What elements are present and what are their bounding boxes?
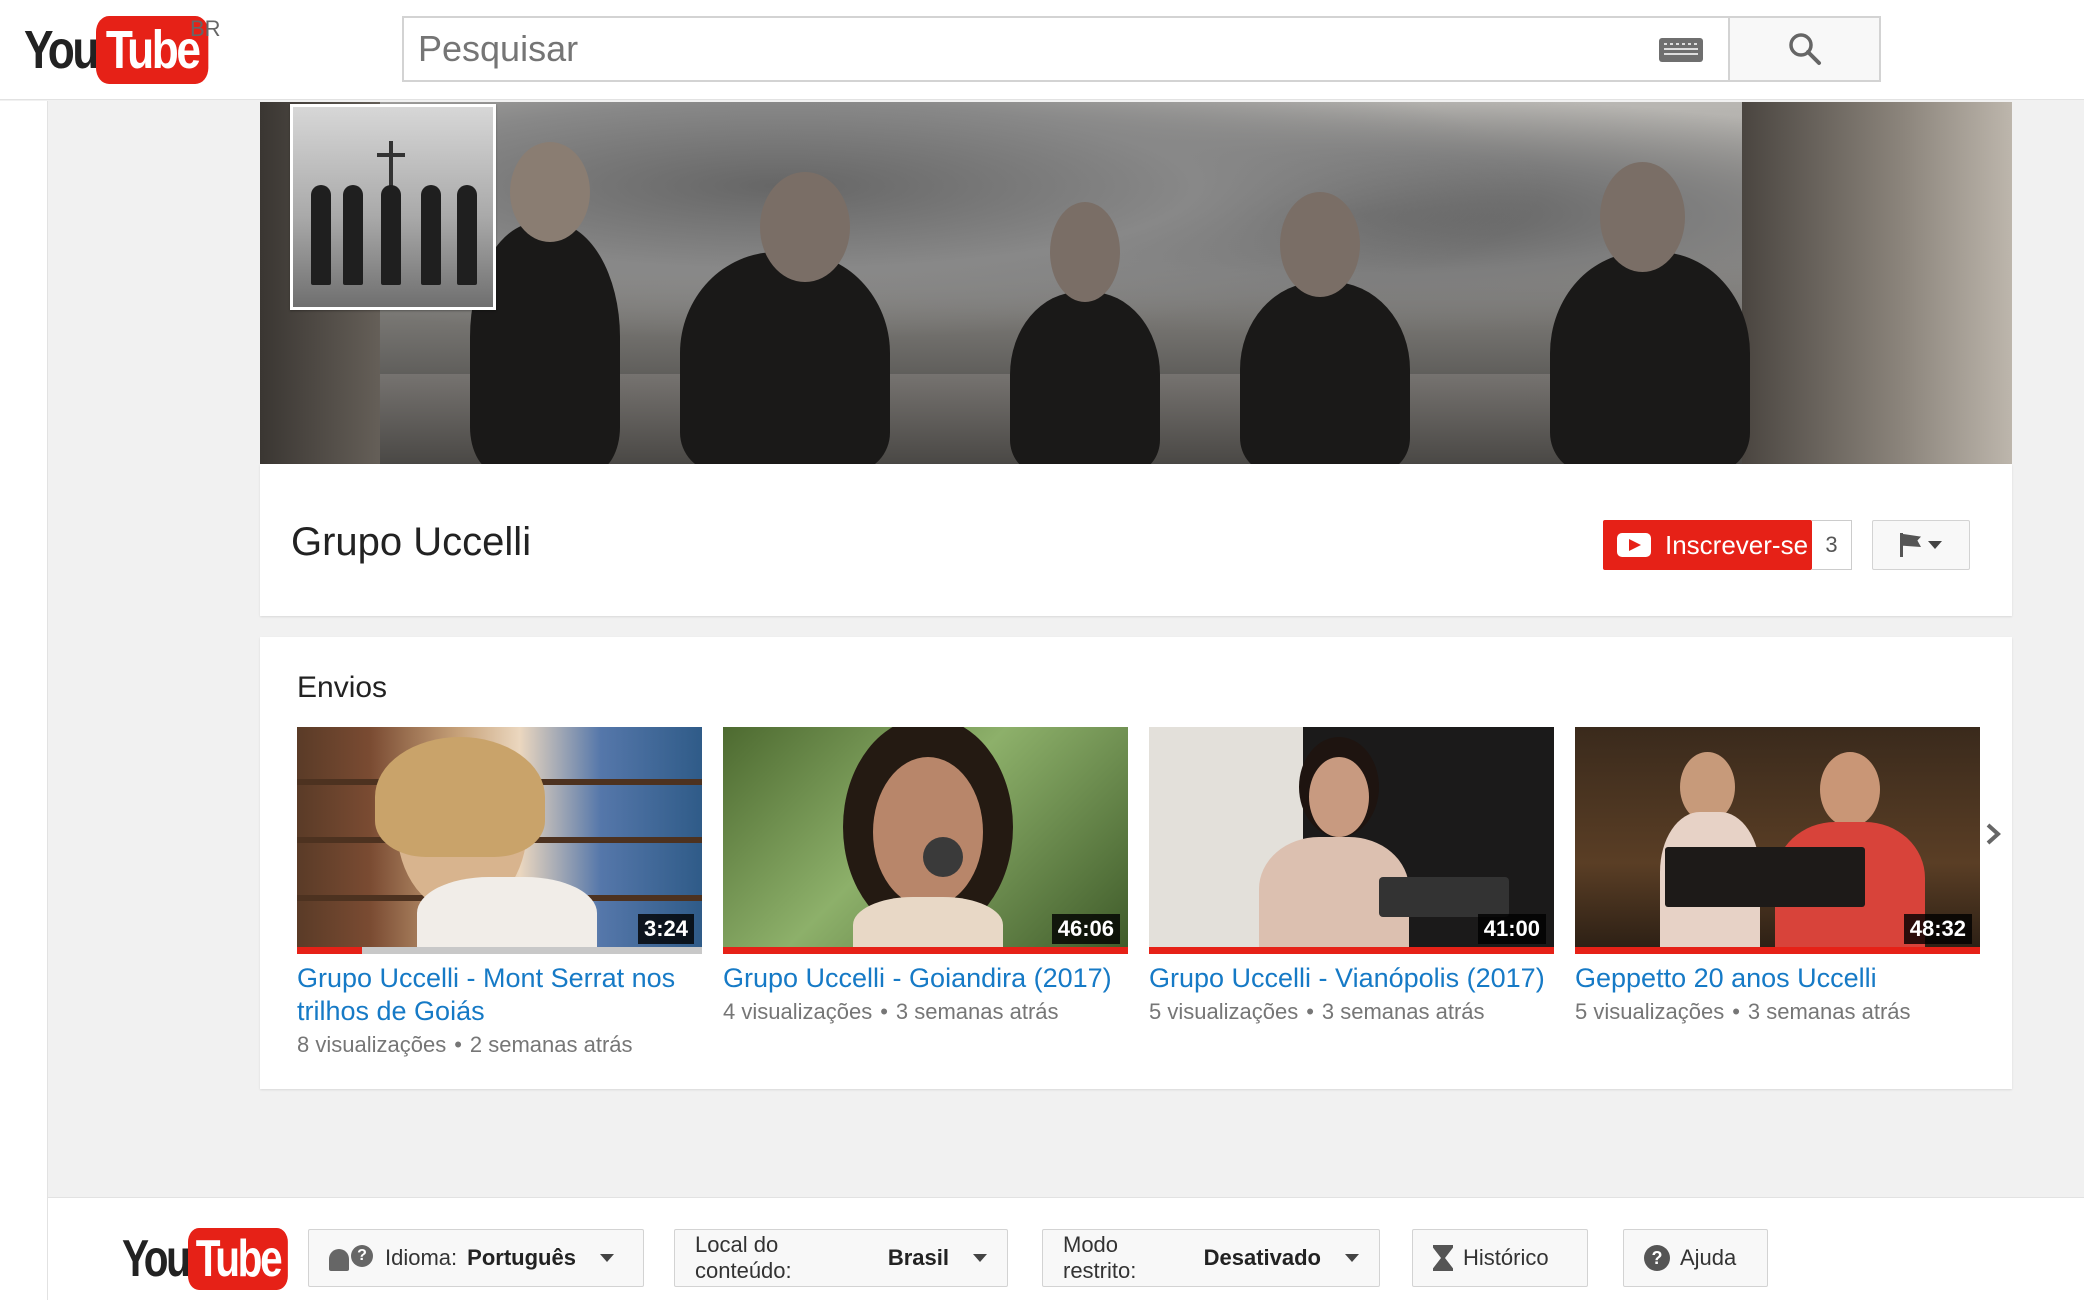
help-button[interactable]: ? Ajuda [1623, 1229, 1768, 1287]
channel-avatar[interactable] [290, 104, 496, 310]
watch-progress-bar [723, 947, 1128, 954]
video-duration: 46:06 [1051, 914, 1120, 944]
region-label: BR [190, 16, 221, 41]
report-flag-button[interactable] [1872, 520, 1970, 570]
chevron-down-icon [1928, 541, 1942, 549]
video-thumbnail[interactable]: 48:32 [1575, 727, 1980, 954]
video-duration: 41:00 [1477, 914, 1546, 944]
search-box [402, 16, 1729, 82]
video-thumbnail[interactable]: 3:24 [297, 727, 702, 954]
logo-you-text: You [24, 20, 99, 80]
restricted-label: Modo restrito: [1063, 1232, 1137, 1283]
chevron-down-icon [973, 1254, 987, 1262]
language-value: Português [467, 1245, 576, 1270]
upload-age: 3 semanas atrás [895, 999, 1059, 1024]
meta-separator: • [1306, 999, 1314, 1024]
history-button[interactable]: Histórico [1412, 1229, 1588, 1287]
search-icon [1789, 33, 1821, 65]
view-count: 5 visualizações [1149, 999, 1299, 1024]
youtube-logo[interactable]: You Tube BR [24, 16, 233, 84]
watch-progress-bar [1575, 947, 1980, 954]
footer-logo-tube-text: Tube [188, 1228, 289, 1290]
meta-separator: • [454, 1032, 462, 1057]
subscribe-label: Inscrever-se [1665, 529, 1809, 560]
video-title-link[interactable]: Grupo Uccelli - Goiandira (2017) [723, 962, 1128, 995]
help-icon: ? [1644, 1245, 1670, 1271]
chevron-down-icon [599, 1254, 614, 1262]
subscriber-count: 3 [1812, 520, 1852, 570]
guide-rail [0, 101, 48, 1300]
language-icon [329, 1245, 375, 1271]
meta-separator: • [880, 999, 888, 1024]
flag-icon [1900, 533, 1922, 557]
video-duration: 48:32 [1903, 914, 1972, 944]
video-title-link[interactable]: Grupo Uccelli - Vianópolis (2017) [1149, 962, 1554, 995]
channel-banner [260, 102, 2012, 464]
meta-separator: • [1732, 999, 1740, 1024]
language-button[interactable]: Idioma: Português [308, 1229, 644, 1287]
search-button[interactable] [1728, 16, 1881, 82]
video-card: 46:06 Grupo Uccelli - Goiandira (2017) 4… [723, 727, 1128, 1025]
history-label: Histórico [1463, 1245, 1549, 1270]
youtube-play-icon [1617, 533, 1651, 557]
watch-progress-bar [1149, 947, 1554, 954]
video-thumbnail[interactable]: 41:00 [1149, 727, 1554, 954]
help-label: Ajuda [1680, 1245, 1737, 1270]
footer: You Tube Idioma: Português Local do cont… [48, 1197, 2084, 1300]
watch-progress-bar [297, 947, 702, 954]
keyboard-icon[interactable] [1659, 38, 1703, 62]
uploads-shelf: Envios 3:24 Grupo Uccelli - Mont Serrat … [260, 637, 2012, 1089]
language-label: Idioma: [385, 1245, 458, 1270]
view-count: 4 visualizações [723, 999, 873, 1024]
video-meta: 5 visualizações • 3 semanas atrás [1149, 999, 1554, 1025]
video-title-link[interactable]: Grupo Uccelli - Mont Serrat nos trilhos … [297, 962, 702, 1028]
video-title-link[interactable]: Geppetto 20 anos Uccelli [1575, 962, 1980, 995]
channel-title[interactable]: Grupo Uccelli [291, 520, 531, 565]
restricted-value: Desativado [1203, 1245, 1321, 1270]
upload-age: 3 semanas atrás [1747, 999, 1911, 1024]
video-card: 48:32 Geppetto 20 anos Uccelli 5 visuali… [1575, 727, 1980, 1025]
content-location-button[interactable]: Local do conteúdo: Brasil [674, 1229, 1008, 1287]
search-input[interactable] [404, 18, 1729, 80]
shelf-title[interactable]: Envios [297, 671, 387, 705]
subscribe-button[interactable]: Inscrever-se [1603, 520, 1812, 570]
video-thumbnail[interactable]: 46:06 [723, 727, 1128, 954]
video-meta: 8 visualizações • 2 semanas atrás [297, 1032, 702, 1058]
hourglass-icon [1433, 1245, 1453, 1271]
upload-age: 3 semanas atrás [1321, 999, 1485, 1024]
channel-header: Grupo Uccelli Inscrever-se 3 [260, 464, 2012, 616]
view-count: 8 visualizações [297, 1032, 447, 1057]
video-meta: 5 visualizações • 3 semanas atrás [1575, 999, 1980, 1025]
restricted-mode-button[interactable]: Modo restrito: Desativado [1042, 1229, 1380, 1287]
upload-age: 2 semanas atrás [469, 1032, 633, 1057]
view-count: 5 visualizações [1575, 999, 1725, 1024]
video-card: 41:00 Grupo Uccelli - Vianópolis (2017) … [1149, 727, 1554, 1025]
footer-logo-you-text: You [122, 1230, 191, 1288]
location-label: Local do conteúdo: [695, 1232, 792, 1283]
footer-youtube-logo[interactable]: You Tube [122, 1228, 316, 1290]
chevron-down-icon [1345, 1254, 1359, 1262]
masthead: You Tube BR [0, 0, 2084, 100]
chevron-right-icon[interactable] [1982, 819, 2004, 849]
video-card: 3:24 Grupo Uccelli - Mont Serrat nos tri… [297, 727, 702, 1058]
location-value: Brasil [887, 1245, 949, 1270]
video-meta: 4 visualizações • 3 semanas atrás [723, 999, 1128, 1025]
video-duration: 3:24 [637, 914, 694, 944]
